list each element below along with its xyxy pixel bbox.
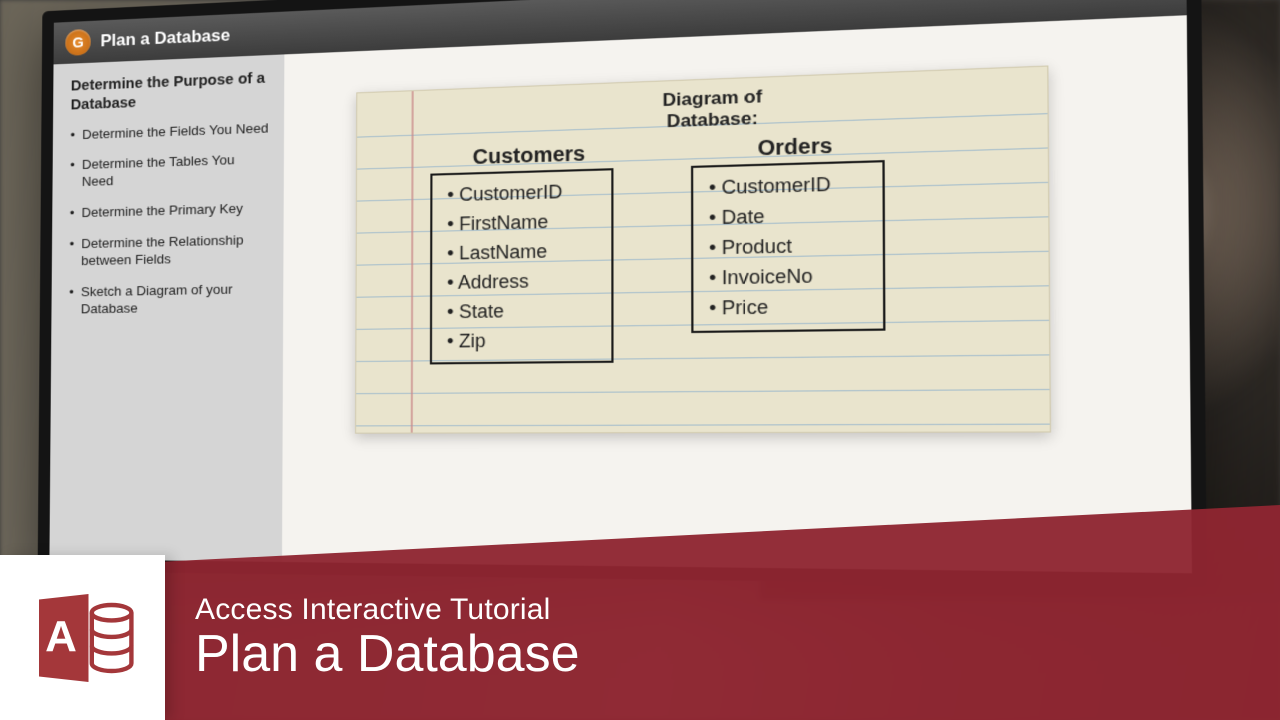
table-name: Customers (445, 142, 613, 171)
table-field: CustomerID (447, 178, 587, 211)
table-field: Zip (447, 325, 587, 356)
table-field: Price (709, 291, 857, 323)
banner-title: Plan a Database (195, 627, 580, 682)
sidebar-heading: Determine the Purpose of a Database (71, 69, 270, 115)
brand-logo-letter: G (72, 34, 84, 51)
sidebar-item: Determine the Fields You Need (82, 120, 270, 144)
brand-logo-icon: G (65, 29, 91, 56)
table-fields-box: CustomerID Date Product InvoiceNo Price (691, 160, 885, 332)
lower-third-banner: A Access Interactive Tutorial Plan a Dat… (0, 490, 1280, 720)
notepad-index-card: Diagram of Database: Customers CustomerI… (355, 65, 1051, 433)
table-field: InvoiceNo (709, 261, 857, 294)
diagram-title-line1: Diagram of (663, 86, 763, 110)
diagram-tables: Customers CustomerID FirstName LastName … (430, 129, 1013, 365)
sidebar-item: Determine the Primary Key (81, 200, 269, 222)
table-orders: Orders CustomerID Date Product InvoiceNo… (691, 133, 886, 363)
access-app-icon: A (28, 583, 138, 693)
table-name: Orders (707, 133, 885, 163)
diagram-title: Diagram of Database: (430, 77, 1011, 140)
table-field: Address (447, 266, 587, 298)
table-field: Date (709, 200, 857, 234)
banner-content: A Access Interactive Tutorial Plan a Dat… (0, 555, 1280, 720)
banner-kicker: Access Interactive Tutorial (195, 593, 580, 627)
access-app-tile: A (0, 555, 165, 720)
banner-text: Access Interactive Tutorial Plan a Datab… (195, 593, 580, 682)
slide-title: Plan a Database (100, 25, 230, 51)
table-field: CustomerID (709, 170, 857, 204)
notepad-content: Diagram of Database: Customers CustomerI… (356, 67, 1050, 433)
sidebar-outline-list: Determine the Fields You Need Determine … (69, 120, 270, 318)
access-app-letter: A (45, 612, 77, 661)
table-customers: Customers CustomerID FirstName LastName … (430, 142, 614, 365)
table-field: LastName (447, 237, 587, 269)
table-fields-box: CustomerID FirstName LastName Address St… (430, 168, 614, 365)
sidebar-item: Determine the Relationship between Field… (81, 232, 269, 270)
diagram-title-line2: Database: (667, 107, 758, 130)
table-field: FirstName (447, 207, 587, 240)
sidebar-outline: Determine the Purpose of a Database Dete… (49, 54, 284, 562)
sidebar-item: Sketch a Diagram of your Database (81, 281, 269, 318)
table-field: State (447, 296, 587, 327)
sidebar-item: Determine the Tables You Need (82, 151, 270, 191)
table-field: Product (709, 230, 857, 263)
